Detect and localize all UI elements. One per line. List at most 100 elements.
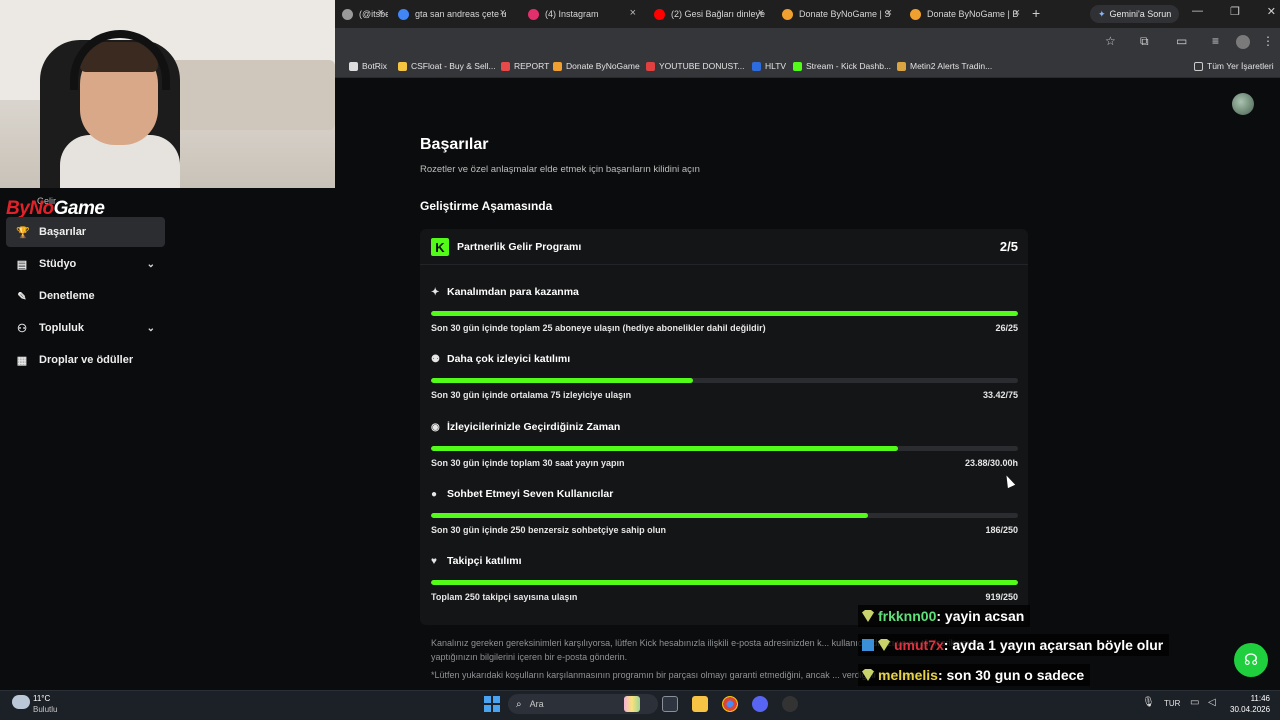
tab-favicon-icon [342,8,353,20]
sidebar-item-st-dyo[interactable]: ▤ Stüdyo ⌄ [6,249,165,279]
bookmark-item[interactable]: HLTV [752,61,786,71]
gift-badge-icon [862,669,874,681]
discord-icon[interactable] [752,696,768,712]
media-icon[interactable]: ≡ [1212,34,1219,48]
chat-text: : ayda 1 yayın açarsan böyle olur [943,637,1164,653]
chrome-icon[interactable] [722,696,738,712]
tab-favicon-icon [654,8,665,20]
network-icon[interactable]: ▭ [1190,697,1199,708]
extensions-icon[interactable]: ⧉ [1140,34,1149,49]
tab-favicon-icon [910,8,921,20]
bookmark-label: Donate ByNoGame [566,61,640,71]
cast-icon[interactable]: ▭ [1176,34,1187,48]
close-tab-icon[interactable]: × [886,7,892,19]
chevron-down-icon[interactable]: ⌄ [147,323,155,334]
minimize-button[interactable]: — [1192,5,1203,18]
achievement-item: ● Sohbet Etmeyi Seven Kullanıcılar Son 30 … [431,488,1018,538]
wrench-icon: ✎ [17,290,27,303]
chevron-down-icon[interactable]: ⌄ [147,259,155,270]
sidebar-item-topluluk[interactable]: ⚇ Topluluk ⌄ [6,313,165,343]
community-icon: ⚇ [17,322,27,335]
achievement-item: ♥ Takipçi katılımı Toplam 250 takipçi sayı… [431,555,1018,605]
maximize-button[interactable]: ❐ [1230,5,1240,18]
user-avatar[interactable] [1232,93,1254,115]
progress-track [431,513,1018,518]
sidebar-item-label: Droplar ve ödüller [39,354,134,366]
volume-icon[interactable]: ◁ [1208,697,1216,708]
tab-title: gta san andreas çete u [415,9,507,19]
browser-tab[interactable]: (@itsbe × [336,4,388,24]
star-icon[interactable]: ☆ [1105,34,1116,48]
weather-description[interactable]: Bulutlu [33,705,57,714]
gemini-button[interactable]: ✦ Gemini'a Sorun [1090,5,1180,23]
new-tab-button[interactable]: + [1032,5,1040,21]
bookmark-item[interactable]: CSFloat - Buy & Sell... [398,61,496,71]
sidebar-item-label: Başarılar [39,226,87,238]
chat-username: melmelis [878,667,938,683]
clock-time[interactable]: 11:46 [1230,694,1270,703]
logo-part-1: ByNo [6,198,54,219]
tab-title: Donate ByNoGame | S [799,9,891,19]
sidebar-item-droplar-ve-d-ller[interactable]: ▦ Droplar ve ödüller [6,345,165,375]
headset-icon: ☊ [1243,652,1259,669]
microphone-icon[interactable]: 🎙 [1142,697,1155,708]
gemini-icon: ✦ [1098,8,1106,19]
all-bookmarks[interactable]: Tüm Yer İşaretleri [1194,61,1274,71]
search-icon: ⌕ [516,698,522,710]
bookmark-label: HLTV [765,61,787,71]
bookmark-item[interactable]: Metin2 Alerts Tradin... [897,61,992,71]
browser-tab[interactable]: (2) Gesi Bağları dinleye × [648,4,768,24]
close-window-button[interactable]: ✕ [1267,5,1276,18]
tab-favicon-icon [398,8,409,20]
progress-fill [431,311,1018,316]
achievement-value: 33.42/75 [982,390,1018,400]
task-view-icon[interactable] [662,696,678,712]
achievement-item: ✦ Kanalımdan para kazanma Son 30 gün içind… [431,286,1018,336]
file-explorer-icon[interactable] [692,696,708,712]
close-tab-icon[interactable]: × [630,7,636,19]
close-tab-icon[interactable]: × [1014,7,1020,19]
viewers-icon: ⚉ [431,353,440,365]
heart-icon: ♥ [431,555,437,567]
bookmark-item[interactable]: BotRix [349,61,387,71]
achievement-description: Son 30 gün içinde toplam 30 saat yayın y… [431,458,625,468]
browser-tab[interactable]: Donate ByNoGame | S × [776,4,896,24]
chat-message: umut7x : ayda 1 yayın açarsan böyle olur [858,634,1170,656]
weather-temperature[interactable]: 11°C [33,694,50,703]
achievement-title-row: ✦ Kanalımdan para kazanma [431,286,579,298]
bookmark-item[interactable]: YOUTUBE DONUST... [646,61,744,71]
obs-icon[interactable] [782,696,798,712]
bookmark-label: BotRix [362,61,388,71]
achievement-value: 23.88/30.00h [964,458,1018,468]
clock-date[interactable]: 30.04.2026 [1230,705,1270,714]
chat-text: : son 30 gun o sadece [937,667,1085,683]
sidebar-item-denetleme[interactable]: ✎ Denetleme [6,281,165,311]
program-name: Partnerlik Gelir Programı [457,241,582,253]
close-tab-icon[interactable]: × [500,7,506,19]
achievement-description: Son 30 gün içinde toplam 25 aboneye ulaş… [431,323,766,333]
achievement-description: Toplam 250 takipçi sayısına ulaşın [431,592,578,602]
browser-tab[interactable]: (4) Instagram × [522,4,640,24]
browser-tab[interactable]: Donate ByNoGame | B × [904,4,1024,24]
tab-title: Donate ByNoGame | B [927,9,1019,19]
profile-avatar[interactable] [1236,35,1250,49]
progress-fill [431,446,899,451]
bookmark-favicon-icon [349,61,358,71]
close-tab-icon[interactable]: × [378,7,384,19]
achievement-item: ◉ İzleyicilerinizle Geçirdiğiniz Zaman Son… [431,421,1018,471]
windows-start-button[interactable] [484,696,500,712]
sidebar-item-ba-ar-lar[interactable]: 🏆 Başarılar [6,217,165,247]
chat-username: frkknn00 [878,608,937,624]
widgets-icon[interactable] [624,696,640,712]
chat-bubble-button[interactable]: ☊ [1234,643,1268,677]
bookmark-item[interactable]: REPORT [501,61,549,71]
close-tab-icon[interactable]: × [758,7,764,19]
bookmark-item[interactable]: Donate ByNoGame [553,61,640,71]
bookmark-item[interactable]: Stream - Kick Dashb... [793,61,891,71]
language-indicator[interactable]: TUR [1164,699,1180,708]
bookmark-favicon-icon [398,61,407,71]
menu-icon[interactable]: ⋮ [1262,34,1274,48]
trophy-icon: 🏆 [16,226,30,239]
window-controls: — ❐ ✕ [1192,5,1276,18]
browser-tab[interactable]: gta san andreas çete u × [392,4,510,24]
